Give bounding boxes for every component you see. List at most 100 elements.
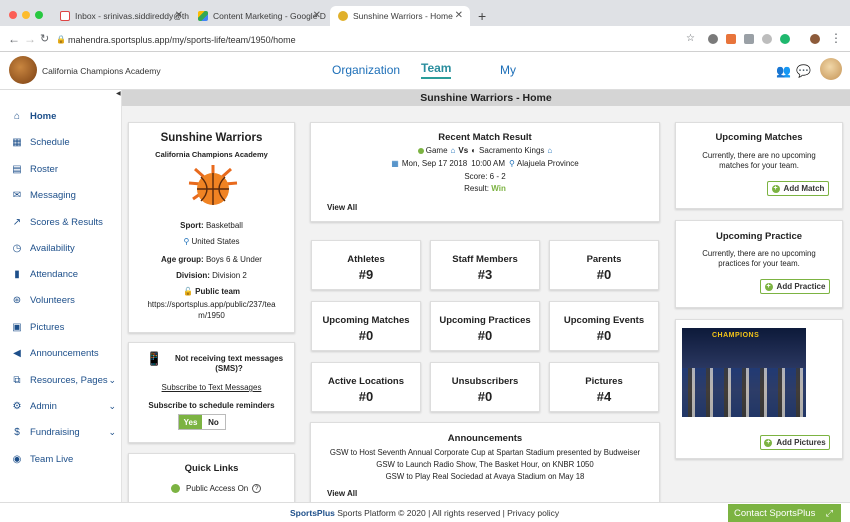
users-icon[interactable]: 👥	[776, 64, 791, 78]
announcement-item[interactable]: GSW to Play Real Sociedad at Avaya Stadi…	[311, 472, 659, 481]
minimize-window-button[interactable]	[22, 11, 30, 19]
toggle-no[interactable]: No	[202, 415, 225, 429]
announcements-view-all-link[interactable]: View All	[327, 489, 357, 498]
sidebar-item-resources[interactable]: ⧉ Resources, Pages ⌄	[0, 369, 122, 391]
extension-icon[interactable]	[708, 34, 718, 44]
sidebar-item-admin[interactable]: ⚙ Admin ⌄	[0, 395, 122, 417]
stat-card-staff[interactable]: Staff Members #3	[430, 240, 540, 290]
sidebar-item-label: Resources, Pages	[30, 374, 108, 386]
sidebar-item-label: Schedule	[30, 136, 70, 148]
stat-card-upcoming-events[interactable]: Upcoming Events #0	[549, 301, 659, 351]
list-icon: ▮	[14, 268, 20, 280]
division-label: Division:	[176, 271, 210, 280]
expand-icon: ⤢	[825, 507, 833, 518]
collapse-sidebar-icon[interactable]: ◀	[116, 90, 121, 97]
stat-card-active-locations[interactable]: Active Locations #0	[311, 362, 421, 412]
close-tab-icon[interactable]: ✕	[313, 10, 321, 21]
sport-value: Basketball	[205, 221, 243, 230]
stat-card-parents[interactable]: Parents #0	[549, 240, 659, 290]
sport-label: Sport:	[180, 221, 204, 230]
close-tab-icon[interactable]: ✕	[175, 10, 183, 21]
announcements-title: Announcements	[447, 433, 523, 444]
public-team-row: 🔓 Public team	[129, 287, 294, 296]
stat-card-unsubscribers[interactable]: Unsubscribers #0	[430, 362, 540, 412]
stat-card-pictures[interactable]: Pictures #4	[549, 362, 659, 412]
stat-label: Staff Members	[452, 254, 518, 265]
age-label: Age group:	[161, 255, 204, 264]
sidebar-item-schedule[interactable]: ▦ Schedule	[0, 131, 122, 153]
announcement-item[interactable]: GSW to Host Seventh Annual Corporate Cup…	[311, 448, 659, 457]
contact-sportsplus-button[interactable]: Contact SportsPlus ⤢	[728, 504, 841, 522]
subscribe-sms-link[interactable]: Subscribe to Text Messages	[129, 383, 294, 392]
sidebar-item-availability[interactable]: ◷ Availability	[0, 237, 122, 259]
brand-name: California Champions Academy	[42, 66, 161, 76]
sidebar-item-label: Home	[30, 110, 57, 122]
announcement-item[interactable]: GSW to Launch Radio Show, The Basket Hou…	[311, 460, 659, 469]
stat-card-upcoming-practices[interactable]: Upcoming Practices #0	[430, 301, 540, 351]
star-icon[interactable]: ☆	[686, 33, 695, 44]
country-value: United States	[191, 237, 240, 246]
forward-arrow-icon[interactable]: →	[24, 32, 36, 46]
public-url-line1[interactable]: https://sportsplus.app/public/237/tea	[129, 300, 294, 309]
match-opponent: Sacramento Kings	[479, 146, 545, 155]
match-view-all-link[interactable]: View All	[327, 203, 357, 212]
add-pictures-button[interactable]: + Add Pictures	[760, 435, 830, 450]
extension-icon[interactable]	[726, 34, 736, 44]
extension-icon[interactable]	[780, 34, 790, 44]
sidebar-item-fundraising[interactable]: $ Fundraising ⌄	[0, 421, 122, 443]
menu-kebab-icon[interactable]: ⋮	[830, 31, 842, 45]
close-window-button[interactable]	[9, 11, 17, 19]
stat-label: Unsubscribers	[451, 376, 519, 387]
roster-icon: ▤	[12, 163, 22, 175]
public-access-icon	[171, 484, 180, 493]
close-tab-icon[interactable]: ✕	[455, 10, 463, 21]
nav-team[interactable]: Team	[421, 61, 452, 79]
team-logo	[188, 165, 238, 205]
browser-tab-active[interactable]: Sunshine Warriors - Home ✕	[330, 6, 470, 26]
team-name: Sunshine Warriors	[160, 132, 263, 144]
sidebar-item-pictures[interactable]: ▣ Pictures	[0, 316, 122, 338]
division-value: Division 2	[212, 271, 247, 280]
maximize-window-button[interactable]	[35, 11, 43, 19]
profile-icon[interactable]	[810, 34, 820, 44]
academy-logo[interactable]	[9, 56, 37, 84]
stat-card-athletes[interactable]: Athletes #9	[311, 240, 421, 290]
url-field[interactable]: mahendra.sportsplus.app/my/sports-life/t…	[68, 35, 296, 45]
sidebar-item-home[interactable]: ⌂ Home	[0, 105, 122, 127]
google-drive-icon	[198, 11, 208, 21]
toggle-yes[interactable]: Yes	[179, 415, 202, 429]
match-date: Mon, Sep 17 2018	[401, 159, 468, 168]
match-score: Score: 6 - 2	[464, 172, 506, 181]
new-tab-button[interactable]: +	[478, 8, 486, 24]
extension-icon[interactable]	[744, 34, 754, 44]
nav-organization[interactable]: Organization	[332, 63, 400, 77]
add-match-button[interactable]: + Add Match	[767, 181, 829, 196]
public-url-line2[interactable]: m/1950	[129, 311, 294, 320]
sidebar-item-announcements[interactable]: ◀ Announcements	[0, 342, 122, 364]
sidebar-item-scores[interactable]: ↗ Scores & Results	[0, 211, 122, 233]
back-arrow-icon[interactable]: ←	[8, 32, 20, 46]
sidebar-item-team-live[interactable]: ◉ Team Live	[0, 448, 122, 470]
sidebar-item-attendance[interactable]: ▮ Attendance	[0, 263, 122, 285]
sidebar-item-messaging[interactable]: ✉ Messaging	[0, 184, 122, 206]
sidebar-item-roster[interactable]: ▤ Roster	[0, 158, 122, 180]
extension-icon[interactable]	[762, 34, 772, 44]
upcoming-matches-text1: Currently, there are no upcoming	[702, 151, 816, 160]
public-access-row[interactable]: Public Access On ?	[171, 484, 262, 493]
add-practice-button[interactable]: + Add Practice	[760, 279, 830, 294]
chat-icon[interactable]: 💬	[796, 64, 811, 78]
help-icon[interactable]: ?	[252, 484, 262, 493]
sidebar-item-volunteers[interactable]: ⊛ Volunteers	[0, 289, 122, 311]
reminder-toggle[interactable]: Yes No	[178, 414, 226, 430]
user-avatar[interactable]	[820, 58, 842, 80]
browser-tab-gmail[interactable]: Inbox - srinivas.siddireddy@th ✕	[52, 6, 190, 26]
team-photo[interactable]: CHAMPIONS	[682, 328, 806, 417]
stat-label: Pictures	[585, 376, 623, 387]
browser-tab-docs[interactable]: Content Marketing - Google D ✕	[190, 6, 328, 26]
footer: SportsPlus Sports Platform © 2020 | All …	[0, 502, 850, 522]
reload-icon[interactable]: ↻	[40, 32, 49, 45]
division-row: Division: Division 2	[129, 271, 294, 280]
stat-card-upcoming-matches[interactable]: Upcoming Matches #0	[311, 301, 421, 351]
match-time: 10:00 AM	[471, 159, 506, 168]
nav-my[interactable]: My	[500, 63, 516, 77]
